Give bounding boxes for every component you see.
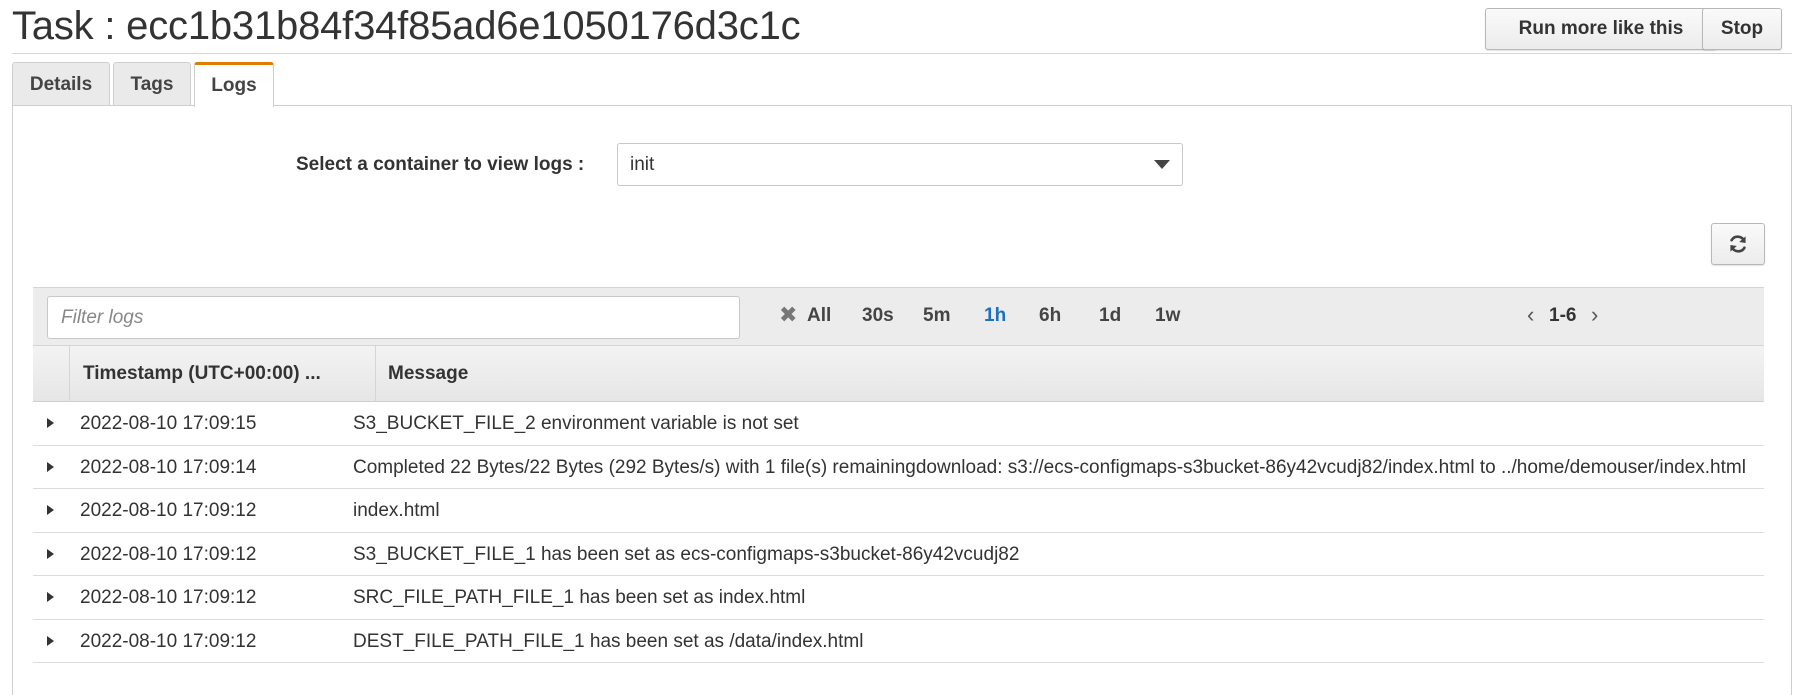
row-message: Completed 22 Bytes/22 Bytes (292 Bytes/s… [353,456,1746,478]
chevron-left-icon[interactable]: ‹ [1527,304,1534,326]
row-timestamp: 2022-08-10 17:09:12 [80,500,257,521]
row-message: index.html [353,500,440,521]
tab-logs[interactable]: Logs [194,62,274,107]
log-table-header: Timestamp (UTC+00:00) ... Message [33,345,1764,402]
range-1w[interactable]: 1w [1155,305,1180,327]
log-table-body: 2022-08-10 17:09:15 S3_BUCKET_FILE_2 env… [33,402,1764,663]
expand-column-header [33,346,69,402]
table-row[interactable]: 2022-08-10 17:09:15 S3_BUCKET_FILE_2 env… [33,402,1764,446]
tab-details[interactable]: Details [12,62,110,106]
tab-tags[interactable]: Tags [113,62,191,106]
refresh-icon [1730,235,1746,253]
expand-caret-icon[interactable] [47,418,54,428]
table-row[interactable]: 2022-08-10 17:09:12 DEST_FILE_PATH_FILE_… [33,620,1764,663]
container-select[interactable]: init [617,143,1183,186]
expand-caret-icon[interactable] [47,548,54,559]
row-message: SRC_FILE_PATH_FILE_1 has been set as ind… [353,587,806,608]
range-5m[interactable]: 5m [923,305,950,327]
range-1d[interactable]: 1d [1099,305,1121,327]
column-header-message[interactable]: Message [375,346,1764,402]
chevron-down-icon [1154,160,1170,169]
page-title: Task : ecc1b31b84f34f85ad6e1050176d3c1c [12,4,801,48]
row-message: DEST_FILE_PATH_FILE_1 has been set as /d… [353,630,864,652]
stop-button[interactable]: Stop [1702,8,1782,50]
container-select-value: init [630,153,655,175]
refresh-button[interactable] [1711,223,1765,265]
row-message: S3_BUCKET_FILE_2 environment variable is… [353,413,799,434]
row-message: S3_BUCKET_FILE_1 has been set as ecs-con… [353,543,1020,565]
range-6h[interactable]: 6h [1039,305,1061,327]
expand-caret-icon[interactable] [47,592,54,602]
row-timestamp: 2022-08-10 17:09:15 [80,413,257,434]
log-filter-bar: ✖ All 30s 5m 1h 6h 1d 1w ‹ 1-6 › [33,287,1764,345]
filter-logs-input[interactable] [47,296,740,339]
row-timestamp: 2022-08-10 17:09:12 [80,587,257,608]
table-row[interactable]: 2022-08-10 17:09:12 index.html [33,489,1764,533]
range-1h[interactable]: 1h [984,305,1006,327]
clear-icon[interactable]: ✖ [779,304,797,326]
run-more-like-this-button[interactable]: Run more like this [1485,8,1717,50]
expand-caret-icon[interactable] [47,505,54,515]
row-timestamp: 2022-08-10 17:09:12 [80,630,257,652]
expand-caret-icon[interactable] [47,635,54,646]
chevron-right-icon[interactable]: › [1591,304,1598,326]
pager-range: 1-6 [1549,305,1577,326]
table-row[interactable]: 2022-08-10 17:09:14 Completed 22 Bytes/2… [33,446,1764,489]
column-header-timestamp[interactable]: Timestamp (UTC+00:00) ... [69,346,375,402]
range-30s[interactable]: 30s [862,305,894,327]
table-row[interactable]: 2022-08-10 17:09:12 S3_BUCKET_FILE_1 has… [33,533,1764,576]
expand-caret-icon[interactable] [47,461,54,472]
container-select-label: Select a container to view logs : [296,154,585,175]
row-timestamp: 2022-08-10 17:09:12 [80,543,257,565]
table-row[interactable]: 2022-08-10 17:09:12 SRC_FILE_PATH_FILE_1… [33,576,1764,620]
row-timestamp: 2022-08-10 17:09:14 [80,456,257,478]
range-all[interactable]: All [807,305,831,327]
